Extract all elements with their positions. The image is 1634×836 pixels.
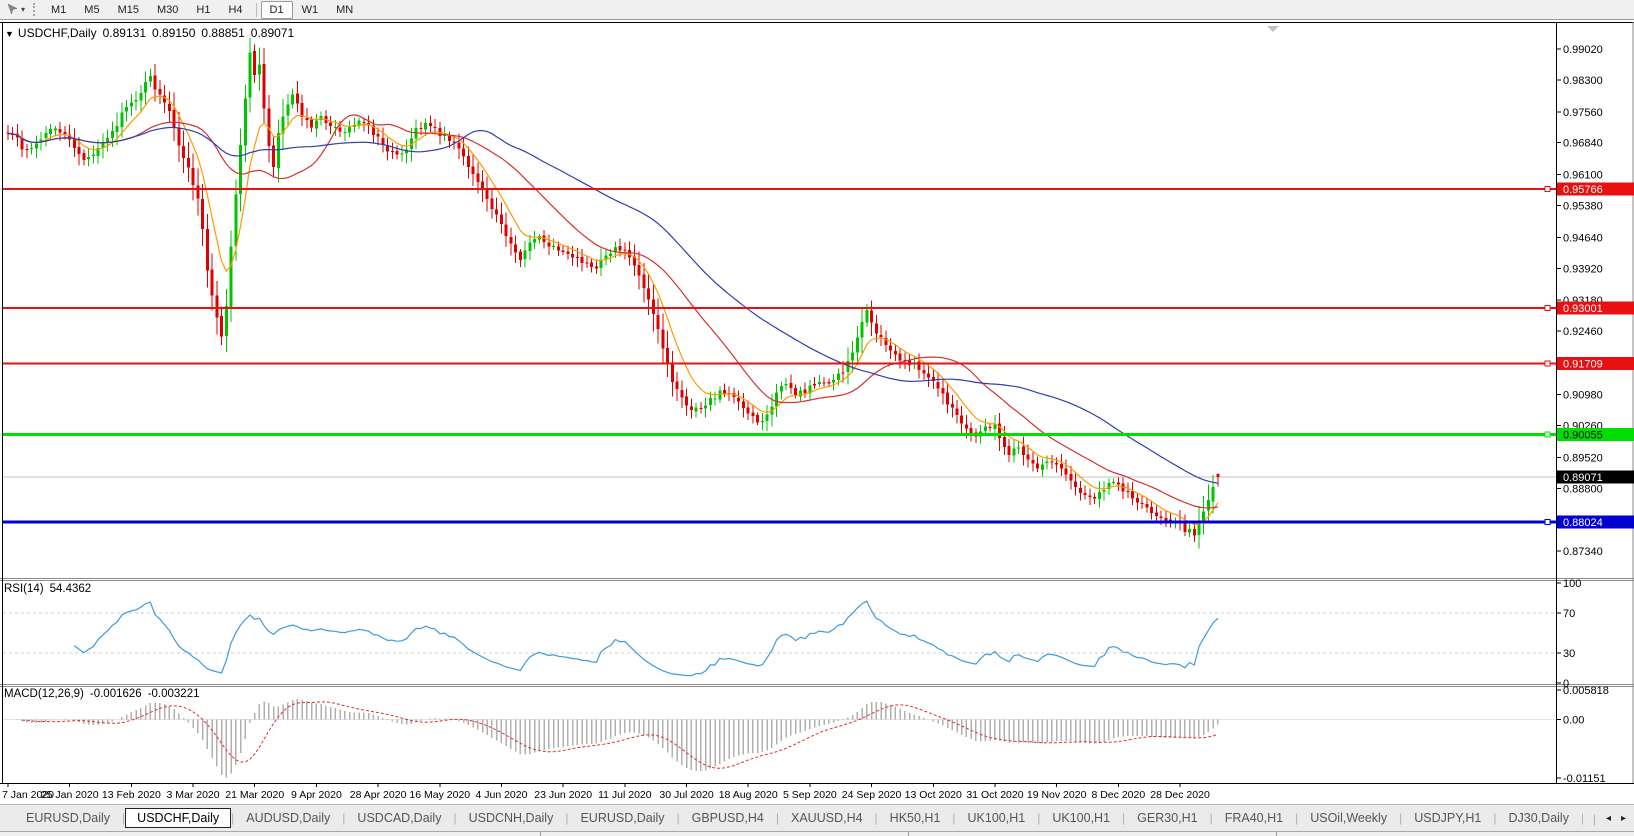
svg-text:3 Mar 2020: 3 Mar 2020	[166, 789, 219, 801]
svg-text:25 Jan 2020: 25 Jan 2020	[41, 789, 99, 801]
tab-usdcnh-daily[interactable]: USDCNH,Daily	[457, 808, 566, 828]
timeframe-button-m15[interactable]: M15	[109, 1, 148, 19]
svg-text:0.92460: 0.92460	[1563, 326, 1603, 338]
svg-text:11 Jul 2020: 11 Jul 2020	[598, 789, 652, 801]
tab-scroll-left-icon[interactable]: ◂	[1606, 813, 1611, 824]
rsi-name: RSI(14)	[4, 583, 44, 595]
svg-text:30: 30	[1563, 648, 1575, 660]
tab-dj30-daily[interactable]: DJ30,Daily	[1497, 808, 1581, 828]
price-chart[interactable]: 0.99020 0.98300 0.97560 0.96840 0.96100 0.953…	[0, 22, 1634, 802]
tab-fra40-h1[interactable]: FRA40,H1	[1213, 808, 1295, 828]
ohlc-low: 0.88851	[201, 26, 245, 40]
tab-hk50-h1[interactable]: HK50,H1	[878, 808, 953, 828]
rsi-value: 54.4362	[49, 583, 92, 595]
svg-text:0.88024: 0.88024	[1563, 517, 1603, 529]
svg-text:28 Apr 2020: 28 Apr 2020	[350, 789, 407, 801]
svg-text:0.96840: 0.96840	[1563, 138, 1603, 150]
tab-scroll-arrows: | ◂ ▸	[1582, 806, 1634, 831]
chart-tab-bar: EURUSD,Daily | USDCHF,Daily | AUDUSD,Daily | U…	[0, 804, 1634, 831]
svg-text:13 Feb 2020: 13 Feb 2020	[102, 789, 161, 801]
tab-ger30-h1[interactable]: GER30,H1	[1125, 808, 1209, 828]
svg-text:-0.01151: -0.01151	[1563, 773, 1606, 785]
tab-usdjpy-h1[interactable]: USDJPY,H1	[1402, 808, 1493, 828]
svg-text:0.90055: 0.90055	[1563, 429, 1603, 441]
tab-uk100-h1[interactable]: UK100,H1	[956, 808, 1038, 828]
timeframe-button-m30[interactable]: M30	[148, 1, 187, 19]
svg-text:0.99020: 0.99020	[1563, 44, 1603, 56]
timeframe-button-h4[interactable]: H4	[219, 1, 251, 19]
tab-usdchf-daily[interactable]: USDCHF,Daily	[125, 808, 232, 828]
terminal-window: ▾ M1 M5 M15 M30 H1 H4 D1 W1 MN 0.99020 0.98300 0.9…	[0, 0, 1634, 836]
collapse-icon[interactable]: ▼	[5, 29, 14, 39]
tab-eurusd-daily[interactable]: EURUSD,Daily	[568, 808, 676, 828]
timeframe-buttons: M1 M5 M15 M30 H1 H4 D1 W1 MN	[42, 0, 362, 19]
svg-text:8 Dec 2020: 8 Dec 2020	[1091, 789, 1145, 801]
svg-text:5 Sep 2020: 5 Sep 2020	[783, 789, 837, 801]
svg-text:0.91709: 0.91709	[1563, 358, 1603, 370]
tab-uk100-h1[interactable]: UK100,H1	[1040, 808, 1122, 828]
svg-text:0.87340: 0.87340	[1563, 546, 1603, 558]
tab-eurusd-daily[interactable]: EURUSD,Daily	[14, 808, 122, 828]
svg-text:0.93001: 0.93001	[1563, 303, 1603, 315]
svg-text:0.93920: 0.93920	[1563, 263, 1603, 275]
svg-text:19 Nov 2020: 19 Nov 2020	[1027, 789, 1087, 801]
ohlc-close: 0.89071	[250, 26, 295, 40]
svg-text:70: 70	[1563, 608, 1575, 620]
tab-gbpusd-h4[interactable]: GBPUSD,H4	[680, 808, 776, 828]
svg-text:0.00: 0.00	[1563, 715, 1584, 727]
timeframe-button-d1[interactable]: D1	[260, 0, 293, 19]
tab-xauusd-h4[interactable]: XAUUSD,H4	[779, 808, 875, 828]
svg-text:0.88800: 0.88800	[1563, 483, 1603, 495]
svg-text:28 Dec 2020: 28 Dec 2020	[1150, 789, 1210, 801]
chart-symbol-info: ▼ USDCHF,Daily 0.89131 0.89150 0.88851 0.8907…	[5, 26, 300, 40]
chart-symbol-period: USDCHF,Daily	[17, 26, 97, 40]
timeframe-button-w1[interactable]: W1	[293, 1, 328, 19]
svg-text:21 Mar 2020: 21 Mar 2020	[225, 789, 284, 801]
svg-text:0.89520: 0.89520	[1563, 453, 1603, 465]
rsi-indicator-label: RSI(14) 54.4362	[4, 583, 97, 595]
svg-text:0.94640: 0.94640	[1563, 232, 1603, 244]
svg-text:24 Sep 2020: 24 Sep 2020	[842, 789, 902, 801]
svg-text:0.98300: 0.98300	[1563, 75, 1603, 87]
macd-name: MACD(12,26,9)	[4, 688, 84, 700]
tab-scroll-right-icon[interactable]: ▸	[1621, 813, 1626, 824]
svg-text:23 Jun 2020: 23 Jun 2020	[534, 789, 592, 801]
tab-audusd-daily[interactable]: AUDUSD,Daily	[234, 808, 342, 828]
cursor-tool-button[interactable]: ▾	[3, 1, 28, 19]
svg-text:0.89071: 0.89071	[1563, 472, 1603, 484]
svg-text:0.96100: 0.96100	[1563, 170, 1603, 182]
cursor-icon	[7, 3, 18, 15]
macd-indicator-label: MACD(12,26,9) -0.001626 -0.003221	[4, 688, 205, 700]
ohlc-open: 0.89131	[102, 26, 146, 40]
window-bottom-edge	[0, 831, 1634, 836]
svg-text:16 May 2020: 16 May 2020	[409, 789, 470, 801]
timeframe-button-m1[interactable]: M1	[42, 1, 75, 19]
svg-text:4 Jun 2020: 4 Jun 2020	[475, 789, 527, 801]
svg-text:0.95380: 0.95380	[1563, 201, 1603, 213]
svg-text:9 Apr 2020: 9 Apr 2020	[291, 789, 342, 801]
timeframe-button-h1[interactable]: H1	[187, 1, 219, 19]
timeframe-button-m5[interactable]: M5	[75, 1, 108, 19]
svg-text:30 Jul 2020: 30 Jul 2020	[659, 789, 713, 801]
svg-text:13 Oct 2020: 13 Oct 2020	[905, 789, 962, 801]
svg-text:31 Oct 2020: 31 Oct 2020	[966, 789, 1023, 801]
svg-text:100: 100	[1563, 578, 1581, 590]
macd-signal-value: -0.003221	[147, 688, 200, 700]
macd-main-value: -0.001626	[89, 688, 142, 700]
svg-text:18 Aug 2020: 18 Aug 2020	[719, 789, 778, 801]
timeframe-toolbar: ▾ M1 M5 M15 M30 H1 H4 D1 W1 MN	[0, 0, 1634, 20]
tab-usoil-weekly[interactable]: USOil,Weekly	[1298, 808, 1399, 828]
timeframe-button-mn[interactable]: MN	[327, 1, 362, 19]
svg-text:0.005818: 0.005818	[1563, 685, 1609, 697]
chart-tabs: EURUSD,Daily | USDCHF,Daily | AUDUSD,Daily | U…	[14, 808, 1634, 828]
chevron-down-icon[interactable]: ▾	[21, 5, 25, 14]
tab-separator: |	[1592, 811, 1596, 826]
toolbar-grip[interactable]	[33, 3, 36, 16]
tab-usdcad-daily[interactable]: USDCAD,Daily	[345, 808, 453, 828]
toolbar-separator	[255, 2, 257, 17]
svg-text:0.97560: 0.97560	[1563, 107, 1603, 119]
svg-text:0.95766: 0.95766	[1563, 184, 1603, 196]
svg-text:0.90980: 0.90980	[1563, 390, 1603, 402]
ohlc-high: 0.89150	[152, 26, 196, 40]
